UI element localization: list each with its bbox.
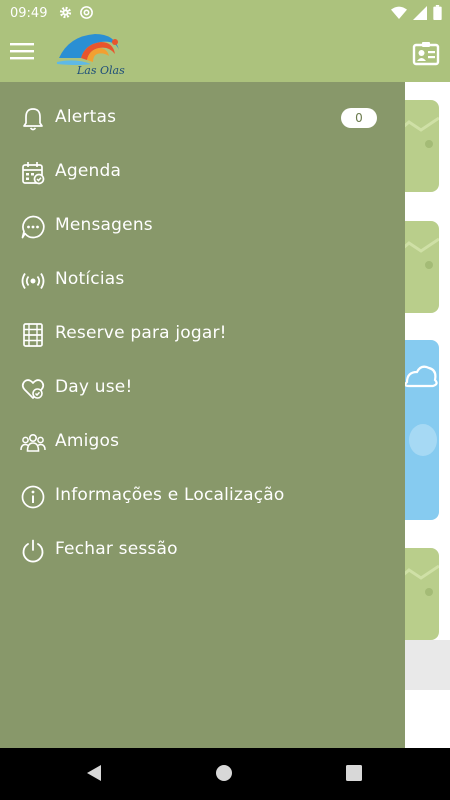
contact-card-icon: [412, 42, 440, 66]
battery-icon: [433, 5, 442, 20]
recents-button[interactable]: [344, 763, 366, 785]
system-navigation-bar: [0, 748, 450, 800]
home-icon: [216, 765, 232, 781]
drawer-item-label: Amigos: [55, 431, 120, 451]
drawer-item-label: Fechar sessão: [55, 539, 178, 559]
people-icon: [20, 434, 46, 452]
heart-check-icon: [21, 379, 45, 399]
svg-text:Las Olas: Las Olas: [76, 64, 125, 77]
app-bar: Las Olas: [0, 26, 450, 82]
home-button[interactable]: [214, 763, 236, 785]
back-button[interactable]: [84, 763, 106, 785]
recents-icon: [346, 765, 362, 781]
calendar-icon: [22, 162, 45, 185]
drawer-item-fechar-sessao[interactable]: Fechar sessão: [0, 524, 405, 578]
hamburger-icon: [10, 43, 34, 60]
app-logo: Las Olas: [55, 28, 127, 80]
drawer-item-label: Notícias: [55, 269, 125, 289]
at-sign-icon: [80, 6, 93, 19]
drawer-item-label: Alertas: [55, 107, 117, 127]
drawer-item-reserve[interactable]: Reserve para jogar!: [0, 308, 405, 362]
drawer-item-mensagens[interactable]: Mensagens: [0, 200, 405, 254]
drawer-item-agenda[interactable]: Agenda: [0, 146, 405, 200]
status-left-icons: [58, 5, 94, 20]
court-icon: [23, 323, 43, 347]
broadcast-icon: [21, 273, 45, 289]
gear-icon: [59, 6, 72, 19]
drawer-item-amigos[interactable]: Amigos: [0, 416, 405, 470]
drawer-item-label: Reserve para jogar!: [55, 323, 227, 343]
alert-count-badge: 0: [341, 108, 377, 128]
navigation-drawer: Alertas 0 Agenda Mensagens Notícias Rese…: [0, 82, 405, 748]
status-right-icons: [391, 5, 442, 20]
drawer-item-label: Mensagens: [55, 215, 153, 235]
drawer-item-day-use[interactable]: Day use!: [0, 362, 405, 416]
contact-card-button[interactable]: [412, 40, 440, 68]
drawer-item-alertas[interactable]: Alertas 0: [0, 92, 405, 146]
drawer-item-label: Informações e Localização: [55, 485, 285, 505]
info-icon: [21, 485, 45, 509]
drawer-item-label: Day use!: [55, 377, 133, 397]
bell-icon: [23, 108, 43, 131]
wifi-icon: [391, 6, 407, 19]
power-icon: [22, 539, 44, 563]
drawer-item-informacoes[interactable]: Informações e Localização: [0, 470, 405, 524]
menu-button[interactable]: [10, 41, 38, 67]
chat-bubble-icon: [21, 215, 45, 239]
drawer-item-noticias[interactable]: Notícias: [0, 254, 405, 308]
status-time: 09:49: [10, 6, 48, 21]
signal-icon: [413, 5, 427, 20]
drawer-item-label: Agenda: [55, 161, 122, 181]
status-bar: 09:49: [0, 0, 450, 26]
back-icon: [87, 765, 101, 781]
